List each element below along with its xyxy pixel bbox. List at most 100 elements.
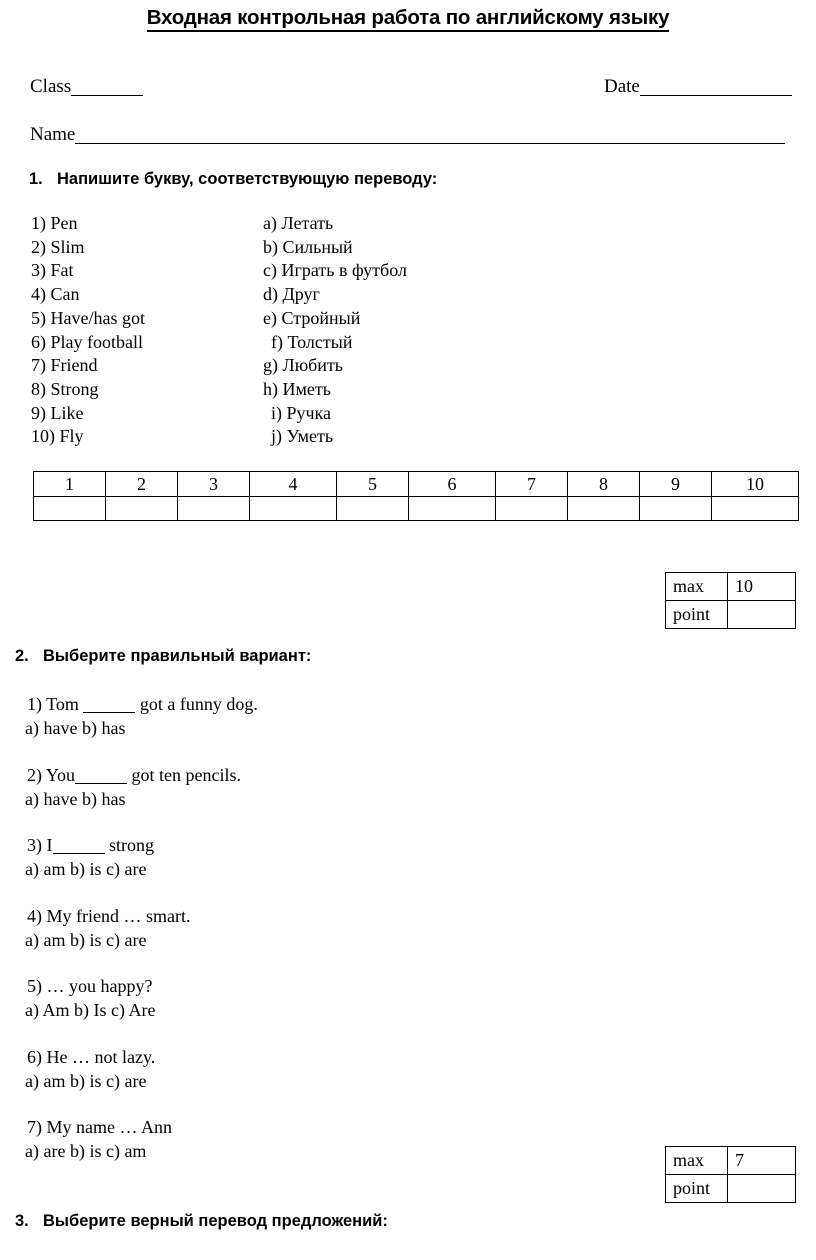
exercise-1-number: 1. bbox=[29, 170, 43, 188]
answer-grid-header: 5 bbox=[336, 471, 409, 497]
name-field-blank[interactable] bbox=[75, 142, 786, 144]
date-field-blank[interactable] bbox=[639, 94, 792, 96]
answer-grid-cell[interactable] bbox=[639, 496, 712, 521]
list-item: f) Толстый bbox=[271, 331, 353, 352]
exercise-3-heading-text: Выберите верный перевод предложений: bbox=[43, 1212, 388, 1230]
exercise-3-number: 3. bbox=[15, 1212, 29, 1230]
list-item: j) Уметь bbox=[271, 426, 334, 447]
answer-grid-cell[interactable] bbox=[105, 496, 178, 521]
list-item: 3) I strong a) am b) is c) are bbox=[25, 833, 258, 881]
exercise-3-heading: 3. Выберите верный перевод предложений: bbox=[15, 1212, 388, 1231]
exercise-1-heading: 1. Напишите букву, соответствующую перево… bbox=[29, 170, 437, 189]
list-item: 7) My name … Ann a) are b) is c) am bbox=[25, 1115, 258, 1163]
question-text: 3) I strong bbox=[25, 833, 258, 857]
answer-grid-header: 4 bbox=[249, 471, 337, 497]
answer-options[interactable]: a) am b) is c) are bbox=[25, 857, 258, 881]
answer-blank[interactable] bbox=[52, 852, 105, 854]
date-field-label: Date bbox=[604, 76, 640, 97]
answer-grid-cell[interactable] bbox=[33, 496, 106, 521]
worksheet-page: Входная контрольная работа по английском… bbox=[0, 0, 816, 1260]
exercise-2-heading-text: Выберите правильный вариант: bbox=[43, 647, 312, 665]
question-suffix: got a funny dog. bbox=[135, 694, 258, 714]
list-item: 2) You got ten pencils. a) have b) has bbox=[25, 763, 258, 811]
answer-options[interactable]: a) are b) is c) am bbox=[25, 1139, 258, 1163]
list-item: 7) Friend bbox=[31, 355, 98, 376]
score-point-label: point bbox=[665, 1174, 728, 1203]
list-item: b) Сильный bbox=[263, 236, 353, 257]
table-row: max 10 bbox=[665, 572, 796, 601]
question-suffix: got ten pencils. bbox=[127, 764, 242, 785]
list-item: g) Любить bbox=[263, 355, 344, 376]
exercise-1-answer-grid: 1 2 3 4 5 6 7 8 9 10 bbox=[33, 471, 799, 521]
class-field-blank[interactable] bbox=[71, 94, 144, 96]
list-item: 8) Strong bbox=[31, 378, 99, 399]
list-item: 9) Like bbox=[31, 402, 84, 423]
list-item: d) Друг bbox=[263, 284, 320, 305]
list-item: 10) Fly bbox=[31, 426, 84, 447]
page-title: Входная контрольная работа по английском… bbox=[0, 6, 816, 32]
class-field-label: Class bbox=[30, 76, 72, 97]
exercise-2-question-list: 1) Tom got a funny dog. a) have b) has 2… bbox=[25, 692, 258, 1163]
score-point-label: point bbox=[665, 600, 728, 629]
table-row: 1 2 3 4 5 6 7 8 9 10 bbox=[33, 471, 799, 497]
answer-options[interactable]: a) am b) is c) are bbox=[25, 1069, 258, 1093]
list-item: 3) Fat bbox=[31, 260, 74, 281]
question-text: 6) He … not lazy. bbox=[27, 1046, 156, 1067]
score-max-value: 10 bbox=[727, 572, 796, 601]
table-row bbox=[33, 496, 799, 521]
score-point-value[interactable] bbox=[727, 1174, 796, 1203]
exercise-2-score-box: max 7 point bbox=[665, 1146, 796, 1203]
question-prefix: 3) I bbox=[27, 835, 53, 855]
list-item: 6) He … not lazy. a) am b) is c) are bbox=[25, 1045, 258, 1093]
class-field: Class bbox=[30, 76, 144, 98]
answer-grid-cell[interactable] bbox=[711, 496, 799, 521]
answer-grid-cell[interactable] bbox=[408, 496, 496, 521]
question-prefix: 2) You bbox=[27, 764, 76, 785]
answer-grid-cell[interactable] bbox=[567, 496, 640, 521]
answer-options[interactable]: a) am b) is c) are bbox=[25, 928, 258, 952]
list-item: i) Ручка bbox=[271, 402, 332, 423]
exercise-2-number: 2. bbox=[15, 647, 29, 665]
score-max-value: 7 bbox=[727, 1146, 796, 1175]
answer-grid-cell[interactable] bbox=[177, 496, 250, 521]
answer-options[interactable]: a) Am b) Is c) Are bbox=[25, 998, 258, 1022]
answer-grid-header: 2 bbox=[105, 471, 178, 497]
list-item: a) Летать bbox=[263, 213, 334, 233]
list-item: 4) Can bbox=[31, 284, 80, 305]
answer-grid-header: 9 bbox=[639, 471, 712, 497]
score-point-value[interactable] bbox=[727, 600, 796, 629]
answer-blank[interactable] bbox=[83, 711, 136, 713]
name-field: Name bbox=[30, 124, 786, 146]
list-item: e) Стройный bbox=[263, 307, 361, 328]
answer-options[interactable]: a) have b) has bbox=[25, 716, 258, 740]
question-text: 4) My friend … smart. bbox=[27, 905, 191, 926]
list-item: c) Играть в футбол bbox=[263, 260, 407, 281]
list-item: 1) Tom got a funny dog. a) have b) has bbox=[25, 692, 258, 740]
exercise-1-word-list: 1) Pen 2) Slim 3) Fat 4) Can 5) Have/has… bbox=[31, 212, 145, 449]
answer-grid-header: 8 bbox=[567, 471, 640, 497]
page-title-text: Входная контрольная работа по английском… bbox=[146, 6, 669, 32]
answer-grid-cell[interactable] bbox=[249, 496, 337, 521]
exercise-1-score-box: max 10 point bbox=[665, 572, 796, 629]
answer-options[interactable]: a) have b) has bbox=[25, 787, 258, 811]
exercise-1-translation-list: a) Летать b) Сильный c) Играть в футбол … bbox=[263, 212, 407, 449]
question-text: 2) You got ten pencils. bbox=[25, 763, 258, 787]
score-max-label: max bbox=[665, 1146, 728, 1175]
score-max-label: max bbox=[665, 572, 728, 601]
answer-grid-cell[interactable] bbox=[336, 496, 409, 521]
answer-grid-cell[interactable] bbox=[495, 496, 568, 521]
answer-grid-header: 6 bbox=[408, 471, 496, 497]
list-item: h) Иметь bbox=[263, 378, 331, 399]
question-text: 1) Tom got a funny dog. bbox=[25, 692, 258, 716]
list-item: 1) Pen bbox=[31, 213, 78, 233]
question-suffix: strong bbox=[104, 835, 154, 855]
exercise-1-heading-text: Напишите букву, соответствующую переводу… bbox=[57, 170, 438, 188]
answer-grid-header: 7 bbox=[495, 471, 568, 497]
answer-grid-header: 10 bbox=[711, 471, 799, 497]
table-row: max 7 bbox=[665, 1146, 796, 1175]
list-item: 6) Play football bbox=[31, 331, 143, 352]
table-row: point bbox=[665, 1174, 796, 1203]
question-prefix: 1) Tom bbox=[27, 694, 84, 714]
answer-blank[interactable] bbox=[75, 782, 128, 784]
table-row: point bbox=[665, 600, 796, 629]
